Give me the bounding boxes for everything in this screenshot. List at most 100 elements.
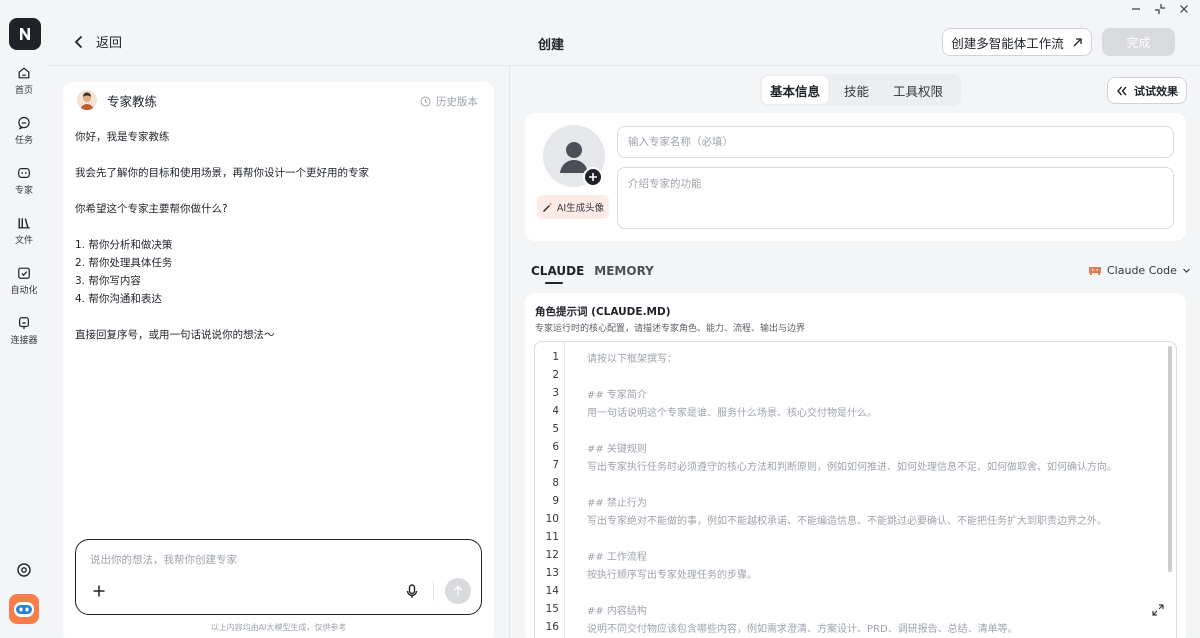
line-text: ## 专家简介 [587, 389, 647, 401]
editor-scrollbar[interactable] [1168, 346, 1172, 572]
tab-claude[interactable]: CLAUDE [531, 264, 584, 284]
app-logo[interactable] [9, 18, 41, 50]
back-button[interactable]: 返回 [74, 32, 122, 51]
line-text: ## 关键规则 [587, 443, 647, 455]
sidebar-item-experts[interactable]: 专家 [0, 166, 48, 196]
editor-line: 4 用一句话说明这个专家是谁、服务什么场景、核心交付物是什么。 [535, 402, 877, 420]
option-line: 1. 帮你分析和做决策 [75, 239, 173, 251]
line-number: 2 [552, 369, 559, 381]
tab-skills[interactable]: 技能 [836, 76, 877, 104]
sidebar-item-tasks[interactable]: 任务 [0, 116, 48, 146]
editor-line: 13 按执行顺序写出专家处理任务的步骤。 [535, 564, 757, 582]
double-chevron-left-icon [1117, 86, 1127, 95]
done-button[interactable]: 完成 [1102, 28, 1175, 56]
option-line: 4. 帮你沟通和表达 [75, 293, 162, 305]
message-line: 你希望这个专家主要帮你做什么? [75, 203, 228, 215]
expand-icon [1152, 604, 1164, 616]
basic-info-card: AI生成头像 [525, 113, 1186, 241]
editor-line: 14 [535, 582, 559, 600]
arrow-up-right-icon [1073, 37, 1082, 46]
prompt-editor[interactable]: 1 请按以下框架撰写： 2 3 ## 专家简介 4 用一句话说明这个专家是谁、服务什么场景、… [534, 341, 1177, 638]
expert-avatar-upload[interactable] [543, 125, 605, 187]
restore-button[interactable] [1154, 3, 1166, 15]
create-multi-agent-button[interactable]: 创建多智能体工作流 [942, 28, 1092, 56]
line-text: 写出专家执行任务时必须遵守的核心方法和判断原则，例如如何推进、如何处理信息不足、… [587, 461, 1117, 473]
ai-generate-avatar-button[interactable]: AI生成头像 [537, 195, 609, 219]
message-line: 直接回复序号，或用一句话说说你的想法～ [75, 329, 275, 341]
window-controls [1130, 2, 1190, 16]
expert-icon [18, 168, 30, 178]
voice-input-button[interactable] [406, 584, 418, 599]
add-avatar-button[interactable] [583, 167, 603, 187]
engine-label: Claude Code [1107, 264, 1177, 277]
editor-line: 15 ## 内容结构 [535, 600, 647, 618]
arrow-up-icon [453, 585, 463, 596]
automation-icon [18, 267, 30, 279]
engine-selector[interactable]: Claude Code [1088, 264, 1191, 277]
chat-header: 专家教练 [77, 90, 157, 110]
header-divider [48, 65, 1200, 66]
line-text: 写出专家绝对不能做的事，例如不能越权承诺、不能编造信息、不能跳过必要确认、不能把… [587, 515, 1107, 527]
tab-tool-permissions[interactable]: 工具权限 [885, 76, 951, 104]
tab-basic-info[interactable]: 基本信息 [762, 76, 829, 104]
line-number: 3 [552, 387, 559, 399]
send-button[interactable] [445, 578, 471, 604]
agent-name: 专家教练 [107, 93, 158, 109]
sidebar-item-automation[interactable]: 自动化 [0, 266, 48, 296]
config-tabs: 基本信息 技能 工具权限 [760, 74, 962, 106]
prompt-title: 角色提示词 (CLAUDE.MD) [535, 306, 671, 318]
settings-icon [17, 563, 31, 577]
expert-description-input[interactable] [617, 167, 1174, 229]
attach-button[interactable] [92, 584, 106, 598]
minimize-button[interactable] [1130, 3, 1142, 15]
line-text: 按执行顺序写出专家处理任务的步骤。 [587, 569, 757, 581]
line-number: 8 [552, 477, 559, 489]
line-number: 13 [545, 567, 559, 579]
coach-avatar [77, 90, 97, 110]
sidebar-item-label: 文件 [14, 236, 33, 246]
chat-input[interactable] [90, 554, 460, 566]
sidebar-item-connectors[interactable]: 连接器 [0, 316, 48, 346]
option-line: 2. 帮你处理具体任务 [75, 257, 173, 269]
line-number: 11 [545, 531, 559, 543]
clock-icon [420, 96, 431, 107]
expert-name-input[interactable] [617, 126, 1174, 158]
robot-face-icon [14, 602, 34, 617]
editor-line: 1 请按以下框架撰写： [535, 348, 677, 366]
expand-editor-button[interactable] [1152, 604, 1164, 616]
ai-disclaimer: 以上内容均由AI大模型生成，仅供参考 [210, 623, 347, 632]
editor-line: 9 ## 禁止行为 [535, 492, 647, 510]
editor-line: 2 [535, 366, 559, 384]
option-line: 3. 帮你写内容 [75, 275, 141, 287]
tab-memory[interactable]: MEMORY [594, 264, 654, 278]
close-button[interactable] [1178, 3, 1190, 15]
sidebar-item-label: 专家 [14, 186, 33, 196]
assistant-avatar[interactable] [9, 594, 39, 624]
ai-avatar-label: AI生成头像 [556, 203, 605, 214]
sidebar-item-files[interactable]: 文件 [0, 216, 48, 246]
chat-composer [75, 539, 482, 615]
task-icon [18, 116, 30, 130]
files-icon [18, 218, 30, 229]
editor-line: 3 ## 专家简介 [535, 384, 647, 402]
line-text: ## 内容结构 [587, 605, 647, 617]
role-prompt-card: 角色提示词 (CLAUDE.MD) 专家运行时的核心配置，请描述专家角色、能力、… [525, 293, 1186, 638]
chat-panel: 专家教练 历史版本 你好，我是专家教练 我会先了解你的目标和使用场景，再帮你设计… [63, 82, 494, 638]
sidebar-item-home[interactable]: 首页 [0, 66, 48, 96]
microphone-icon [406, 584, 418, 598]
line-text: ## 工作流程 [587, 551, 647, 563]
config-mode-tabs: CLAUDE MEMORY [531, 264, 654, 284]
editor-line: 16 说明不同交付物应该包含哪些内容，例如需求澄清、方案设计、PRD、调研报告、总… [535, 618, 1018, 636]
connector-icon [19, 317, 29, 330]
settings-button[interactable] [16, 562, 32, 578]
plus-icon [93, 585, 105, 597]
editor-line: 7 写出专家执行任务时必须遵守的核心方法和判断原则，例如如何推进、如何处理信息不足… [535, 456, 1117, 474]
try-label: 试试效果 [1134, 84, 1178, 98]
editor-line: 6 ## 关键规则 [535, 438, 647, 456]
prompt-subtitle: 专家运行时的核心配置，请描述专家角色、能力、流程、输出与边界 [535, 324, 806, 334]
chevron-left-icon [74, 35, 83, 48]
line-number: 16 [545, 621, 559, 633]
editor-line: 8 [535, 474, 559, 492]
history-versions-button[interactable]: 历史版本 [420, 94, 478, 109]
try-effect-button[interactable]: 试试效果 [1107, 77, 1187, 104]
